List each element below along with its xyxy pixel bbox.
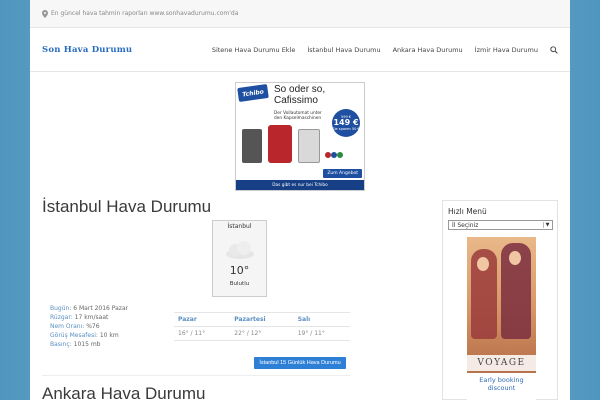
province-select-value: İl Seçiniz <box>452 221 479 229</box>
coffee-machine-image <box>298 129 320 163</box>
ad-headline: So oder so, Cafissimo <box>274 84 326 106</box>
detail-label: Rüzgar: <box>50 314 73 321</box>
detail-row: Rüzgar: 17 km/saat <box>50 313 128 322</box>
ad-side-cta-line-1: Early booking <box>479 376 524 384</box>
site-logo[interactable]: Son Hava Durumu <box>42 45 132 55</box>
cloud-icon <box>225 241 254 259</box>
detail-label: Bugün: <box>50 305 72 312</box>
weather-city: İstanbul <box>227 223 252 230</box>
ad-price: 149 € <box>333 118 359 127</box>
coffee-capsules-image <box>325 152 343 158</box>
weather-temperature: 10° <box>229 264 250 277</box>
forecast-temp-row: 16° / 11° 22° / 12° 19° / 11° <box>174 326 350 341</box>
location-pin-icon <box>42 9 48 18</box>
coffee-machine-image <box>268 125 292 163</box>
forecast-day: Pazar <box>174 313 231 327</box>
province-select[interactable]: İl Seçiniz ▼ <box>448 220 553 230</box>
forecast-header-row: Pazar Pazartesi Salı <box>174 313 350 327</box>
search-icon[interactable] <box>550 45 558 54</box>
detail-value: %76 <box>86 323 100 330</box>
detail-row: Nem Oranı: %76 <box>50 322 128 331</box>
detail-label: Basınç: <box>50 341 72 348</box>
detail-row: Bugün: 6 Mart 2016 Pazar <box>50 304 128 313</box>
site-header: Son Hava Durumu Sitene Hava Durumu Ekle … <box>30 28 570 72</box>
weather-card: İstanbul 10° Bulutlu <box>212 220 267 297</box>
ad-headline-line-1: So oder so, <box>274 84 326 95</box>
forecast-temp: 16° / 11° <box>174 326 231 341</box>
forecast-day: Salı <box>293 313 350 327</box>
main-nav: Sitene Hava Durumu Ekle İstanbul Hava Du… <box>200 46 558 54</box>
main-content: Tchibo So oder so, Cafissimo Der Vollaut… <box>30 72 570 400</box>
sidebar: Hızlı Menü İl Seçiniz ▼ VOYAGE Early boo… <box>442 200 558 400</box>
detail-row: Görüş Mesafesi: 10 km <box>50 331 128 340</box>
nav-izmir[interactable]: İzmir Hava Durumu <box>475 46 538 54</box>
detail-label: Görüş Mesafesi: <box>50 332 98 339</box>
nav-istanbul[interactable]: İstanbul Hava Durumu <box>307 46 380 54</box>
nav-ankara[interactable]: Ankara Hava Durumu <box>393 46 463 54</box>
detail-value: 10 km <box>99 332 119 339</box>
ad-headline-line-2: Cafissimo <box>274 94 318 106</box>
detail-row: Basınç: 1015 mb <box>50 340 128 349</box>
ad-footer: Das gibt es nur bei Tchibo <box>236 180 364 190</box>
forecast-day: Pazartesi <box>230 313 294 327</box>
weather-details: Bugün: 6 Mart 2016 Pazar Rüzgar: 17 km/s… <box>50 304 128 349</box>
quick-menu-title: Hızlı Menü <box>448 207 487 216</box>
nav-add-widget[interactable]: Sitene Hava Durumu Ekle <box>212 46 296 54</box>
section-divider <box>42 375 350 376</box>
section-title-ankara: Ankara Hava Durumu <box>42 384 206 400</box>
ad-side-cta[interactable]: Early booking discount <box>467 373 536 400</box>
detail-value: 6 Mart 2016 Pazar <box>73 305 129 312</box>
ad-photo-face <box>477 257 489 271</box>
detail-label: Nem Oranı: <box>50 323 85 330</box>
forecast-table: Pazar Pazartesi Salı 16° / 11° 22° / 12°… <box>174 312 350 341</box>
voyage-ad-banner[interactable]: VOYAGE Early booking discount <box>467 237 536 400</box>
ad-price-badge: 599 € 149 € Sie sparen 50 € <box>332 109 360 137</box>
ad-cta-button[interactable]: Zum Angebot <box>323 169 362 178</box>
detail-value: 1015 mb <box>73 341 101 348</box>
chevron-down-icon: ▼ <box>543 222 551 228</box>
detail-value: 17 km/saat <box>74 314 109 321</box>
forecast-temp: 19° / 11° <box>293 326 350 341</box>
istanbul-15-day-button[interactable]: İstanbul 15 Günlük Hava Durumu <box>254 357 346 369</box>
coffee-machine-image <box>242 129 262 163</box>
top-info-text: En güncel hava tahmin raporları www.sonh… <box>51 10 239 17</box>
ad-price-note: Sie sparen 50 € <box>332 127 360 131</box>
ad-photo-face <box>509 251 521 265</box>
voyage-logo: VOYAGE <box>467 355 536 371</box>
weather-condition: Bulutlu <box>229 281 250 287</box>
top-info-bar: En güncel hava tahmin raporları www.sonh… <box>30 0 570 28</box>
section-title-istanbul: İstanbul Hava Durumu <box>42 197 212 216</box>
tchibo-logo: Tchibo <box>237 83 269 103</box>
forecast-temp: 22° / 12° <box>230 326 294 341</box>
tchibo-ad-banner[interactable]: Tchibo So oder so, Cafissimo Der Vollaut… <box>235 82 365 191</box>
ad-side-cta-line-2: discount <box>487 384 516 392</box>
ad-subline: Der Vollautomat unter den Kapselmaschine… <box>274 111 322 122</box>
